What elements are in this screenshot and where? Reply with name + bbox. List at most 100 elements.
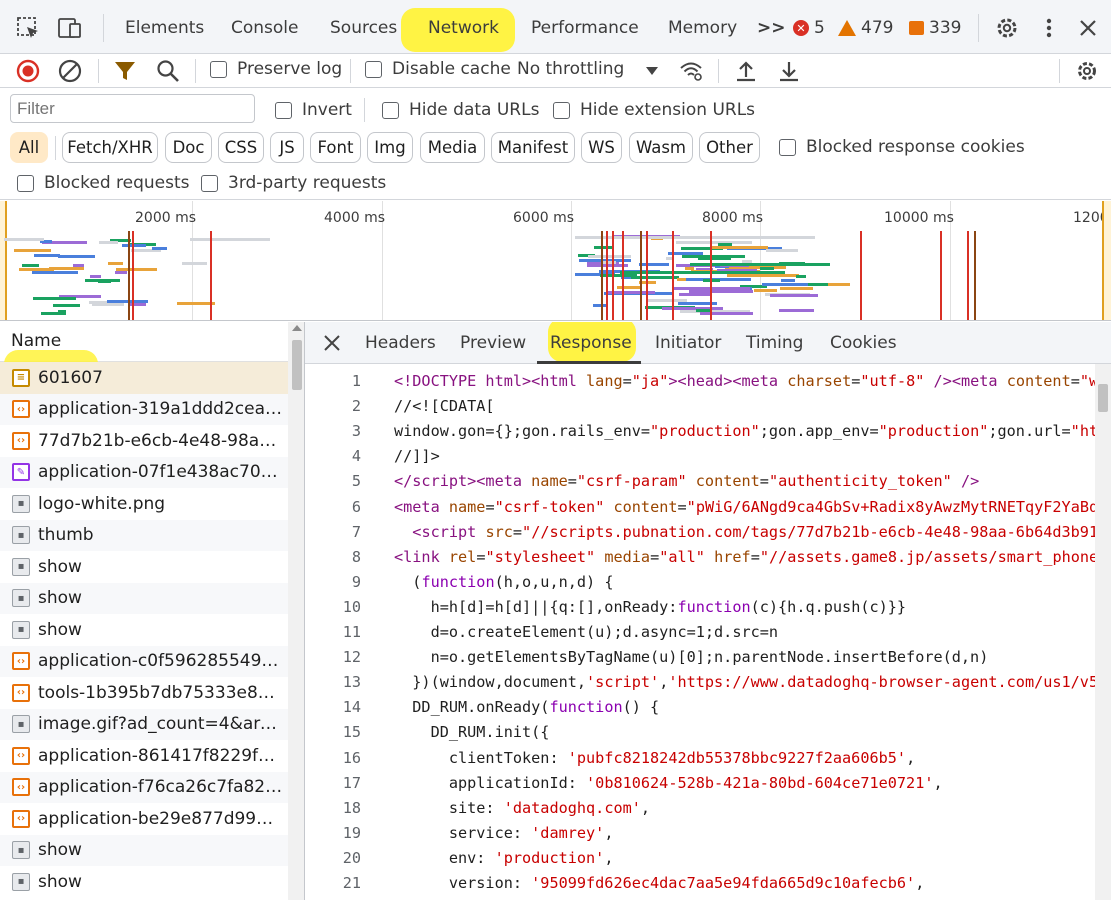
device-toolbar-icon[interactable] [56,14,84,42]
request-row[interactable]: ‹› application-c0f5962855491b... [0,645,288,677]
chip-img[interactable]: Img [367,132,413,163]
chip-manifest[interactable]: Manifest [491,132,575,163]
more-options-icon[interactable] [1035,14,1063,42]
request-row[interactable]: ▪ show [0,582,288,614]
hide-extension-urls-checkbox[interactable]: Hide extension URLs [553,100,755,120]
invert-checkbox[interactable]: Invert [275,100,352,120]
chip-fetch-xhr[interactable]: Fetch/XHR [62,132,158,163]
close-detail-icon[interactable] [323,334,341,352]
response-scroll-thumb[interactable] [1098,384,1108,412]
code-line: 21 version: '95099fd626ec4dac7aa5e94fda6… [305,874,1095,899]
script-icon: ‹› [12,778,30,797]
request-list-scrollbar[interactable] [288,322,304,900]
chip-all[interactable]: All [10,132,48,163]
chevron-down-icon[interactable] [639,58,665,84]
request-row[interactable]: ‹› application-f76ca26c7fa8285... [0,771,288,803]
tab-elements[interactable]: Elements [125,18,204,38]
timeline-event-marker [622,231,624,320]
hide-data-urls-box[interactable] [382,101,399,119]
error-count[interactable]: ✕ 5 [793,18,825,38]
filter-funnel-icon[interactable] [112,58,138,84]
timeline-bar [696,308,711,312]
more-tabs-button[interactable]: >> [757,18,786,38]
request-row[interactable]: ▪ show [0,866,288,898]
export-har-icon[interactable] [776,58,802,84]
settings-gear-icon[interactable] [993,14,1021,42]
clear-icon[interactable] [57,58,83,84]
chip-doc[interactable]: Doc [165,132,212,163]
tab-timing[interactable]: Timing [746,333,803,353]
inspect-element-icon[interactable] [14,14,42,42]
network-settings-gear-icon[interactable] [1074,58,1100,84]
devtools-tab-bar: Elements Console Sources Network Perform… [0,0,1111,54]
timeline-selection-handle-left[interactable] [0,201,7,320]
filter-input[interactable] [10,94,255,123]
third-party-requests-checkbox[interactable]: 3rd-party requests [201,173,386,193]
request-row[interactable]: ‹› tools-1b395b7db75333e89e... [0,677,288,709]
tab-network[interactable]: Network [428,18,499,38]
close-devtools-icon[interactable] [1074,14,1102,42]
chip-other[interactable]: Other [699,132,760,163]
chip-font[interactable]: Font [310,132,361,163]
disable-cache-checkbox[interactable]: Disable cache [365,59,511,79]
request-row[interactable]: ▪ image.gif?ad_count=4&archi... [0,708,288,740]
request-row[interactable]: ▪ thumb [0,519,288,551]
chip-ws[interactable]: WS [581,132,622,163]
tab-preview[interactable]: Preview [460,333,526,353]
search-icon[interactable] [155,58,181,84]
network-conditions-icon[interactable] [678,58,704,84]
script-icon: ‹› [12,746,30,765]
request-row[interactable]: ‹› application-319a1ddd2ceae... [0,393,288,425]
request-name: show [38,556,82,577]
chip-js[interactable]: JS [270,132,304,163]
code-text: site: 'datadoghq.com', [394,798,651,817]
disable-cache-box[interactable] [365,60,382,78]
response-scrollbar[interactable] [1095,364,1111,900]
blocked-response-cookies-box[interactable] [779,138,796,156]
tab-response[interactable]: Response [550,333,632,353]
tab-cookies[interactable]: Cookies [830,333,897,353]
line-number: 8 [351,547,361,566]
tab-headers[interactable]: Headers [365,333,436,353]
third-party-requests-box[interactable] [201,174,218,192]
chip-media[interactable]: Media [420,132,485,163]
blocked-response-cookies-checkbox[interactable]: Blocked response cookies [779,137,1025,157]
tab-initiator[interactable]: Initiator [655,333,721,353]
network-overview-timeline[interactable]: 2000 ms 4000 ms 6000 ms 8000 ms 10000 ms… [0,201,1111,321]
preserve-log-box[interactable] [210,60,227,78]
import-har-icon[interactable] [733,58,759,84]
request-row[interactable]: ✎ application-07f1e438ac703d... [0,456,288,488]
invert-box[interactable] [275,101,292,119]
tab-sources[interactable]: Sources [330,18,397,38]
hide-extension-urls-box[interactable] [553,101,570,119]
warning-count[interactable]: 479 [838,18,893,38]
scroll-up-icon[interactable] [292,325,302,331]
code-text: (function(h,o,u,n,d) { [394,572,614,591]
stop-recording-icon[interactable] [15,58,41,84]
timeline-bar [759,267,774,271]
request-row[interactable]: ‹› application-861417f8229feb... [0,740,288,772]
tab-performance[interactable]: Performance [531,18,639,38]
blocked-requests-checkbox[interactable]: Blocked requests [17,173,190,193]
request-row[interactable]: ≡ 601607 [0,362,288,394]
blocked-requests-box[interactable] [17,174,34,192]
timeline-bar [32,297,77,301]
request-row[interactable]: ▪ logo-white.png [0,488,288,520]
request-row[interactable]: ▪ show [0,614,288,646]
tab-console[interactable]: Console [231,18,299,38]
request-list-scroll-thumb[interactable] [292,340,302,390]
request-row[interactable]: ‹› application-be29e877d9951... [0,803,288,835]
request-row[interactable]: ‹› 77d7b21b-e6cb-4e48-98aa-... [0,425,288,457]
preserve-log-checkbox[interactable]: Preserve log [210,59,342,79]
issues-count[interactable]: 339 [909,18,961,38]
chip-css[interactable]: CSS [218,132,264,163]
hide-data-urls-checkbox[interactable]: Hide data URLs [382,100,539,120]
timeline-selection-handle-right[interactable] [1102,201,1111,320]
request-row[interactable]: ▪ show [0,551,288,583]
chip-wasm[interactable]: Wasm [629,132,693,163]
timeline-bar [575,236,815,239]
response-body[interactable]: 1 <!DOCTYPE html><html lang="ja"><head><m… [305,364,1095,900]
request-row[interactable]: ▪ show [0,834,288,866]
tab-memory[interactable]: Memory [668,18,737,38]
throttling-select[interactable]: No throttling [517,59,624,79]
